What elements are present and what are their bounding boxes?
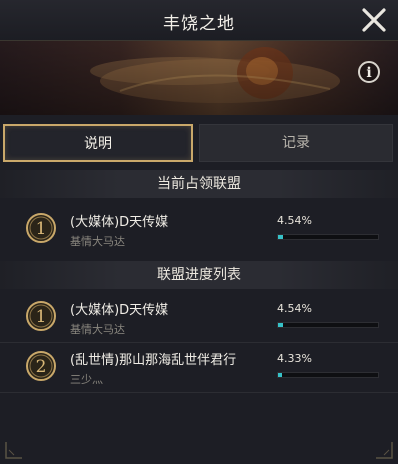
corner-ornament-icon bbox=[376, 442, 393, 459]
territory-panel: 丰饶之地 i 说明 记录 当前占领联盟 1 (大媒体)D天传媒 基情大马达 4.… bbox=[0, 0, 398, 464]
progress-bar bbox=[277, 372, 379, 378]
occupying-alliance-header: 当前占领联盟 bbox=[0, 170, 398, 198]
rank-number: 1 bbox=[36, 307, 47, 327]
tab-bar: 说明 记录 bbox=[0, 118, 398, 166]
territory-banner: i bbox=[0, 41, 398, 115]
progress-percent: 4.54% bbox=[277, 302, 312, 315]
leader-name: 三少灬 bbox=[70, 373, 103, 386]
alliance-progress-row[interactable]: 1 (大媒体)D天传媒 基情大马达 4.54% bbox=[0, 295, 398, 341]
rank-medal-icon: 2 bbox=[25, 350, 57, 382]
rank-number: 1 bbox=[36, 219, 47, 239]
progress-bar bbox=[277, 322, 379, 328]
progress-bar bbox=[277, 234, 379, 240]
tab-records[interactable]: 记录 bbox=[199, 124, 393, 162]
info-button[interactable]: i bbox=[358, 61, 380, 83]
rank-medal-icon: 1 bbox=[25, 212, 57, 244]
leader-name: 基情大马达 bbox=[70, 235, 125, 248]
page-title: 丰饶之地 bbox=[163, 14, 235, 34]
row-divider bbox=[0, 342, 398, 343]
occupying-alliance-row[interactable]: 1 (大媒体)D天传媒 基情大马达 4.54% bbox=[0, 207, 398, 253]
alliance-name: (乱世情)那山那海乱世伴君行 bbox=[70, 353, 237, 368]
corner-ornament-icon bbox=[5, 442, 22, 459]
alliance-progress-header: 联盟进度列表 bbox=[0, 261, 398, 289]
close-icon bbox=[362, 8, 386, 32]
alliance-name: (大媒体)D天传媒 bbox=[70, 303, 169, 318]
alliance-name: (大媒体)D天传媒 bbox=[70, 215, 169, 230]
leader-name: 基情大马达 bbox=[70, 323, 125, 336]
close-button[interactable] bbox=[358, 4, 390, 36]
progress-bar-fill bbox=[278, 235, 283, 239]
progress-percent: 4.33% bbox=[277, 352, 312, 365]
banner-art bbox=[0, 41, 398, 115]
info-icon: i bbox=[366, 65, 372, 81]
tab-description[interactable]: 说明 bbox=[3, 124, 193, 162]
alliance-progress-row[interactable]: 2 (乱世情)那山那海乱世伴君行 三少灬 4.33% bbox=[0, 345, 398, 391]
title-bar: 丰饶之地 bbox=[0, 0, 398, 41]
rank-number: 2 bbox=[36, 357, 47, 377]
progress-bar-fill bbox=[278, 323, 283, 327]
row-divider bbox=[0, 392, 398, 393]
rank-medal-icon: 1 bbox=[25, 300, 57, 332]
progress-percent: 4.54% bbox=[277, 214, 312, 227]
progress-bar-fill bbox=[278, 373, 283, 377]
